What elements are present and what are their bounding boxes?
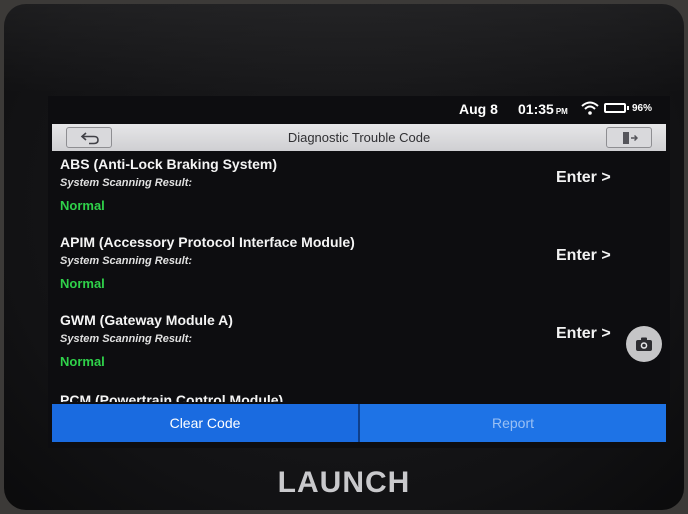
module-name: APIM (Accessory Protocol Interface Modul… [60,234,355,250]
status-date: Aug 8 [459,101,498,117]
enter-button-apim[interactable]: Enter > [556,247,611,265]
report-button[interactable]: Report [360,404,666,442]
scan-label: System Scanning Result: [60,333,193,345]
clear-code-button[interactable]: Clear Code [52,404,358,442]
scan-result: Normal [60,354,105,369]
exit-button[interactable] [606,127,652,148]
scan-result: Normal [60,276,105,291]
list-item: APIM (Accessory Protocol Interface Modul… [48,234,670,312]
status-time: 01:35 PM [518,101,568,117]
title-bar: Diagnostic Trouble Code [52,124,666,151]
screen: Aug 8 01:35 PM 96% Diagnostic Trouble Cod… [48,96,670,448]
exit-door-icon [623,132,638,144]
enter-button-abs[interactable]: Enter > [556,169,611,187]
screenshot-button[interactable] [626,326,662,362]
bezel-reflection [4,4,684,94]
launch-logo: LAUNCH [277,466,411,499]
device-frame: Aug 8 01:35 PM 96% Diagnostic Trouble Cod… [4,4,684,510]
status-time-value: 01:35 [518,101,554,117]
list-item: PCM (Powertrain Control Module) [48,392,670,402]
battery-icon [604,103,629,113]
camera-icon [636,337,652,351]
module-name: ABS (Anti-Lock Braking System) [60,156,278,172]
module-name: GWM (Gateway Module A) [60,312,233,328]
module-list[interactable]: ABS (Anti-Lock Braking System) System Sc… [48,156,670,402]
status-ampm: PM [555,107,568,116]
module-name: PCM (Powertrain Control Module) [60,392,284,402]
scan-result: Normal [60,198,105,213]
bottom-action-bar: Clear Code Report [52,404,666,442]
scan-label: System Scanning Result: [60,255,193,267]
scan-label: System Scanning Result: [60,177,193,189]
list-item: ABS (Anti-Lock Braking System) System Sc… [48,156,670,234]
enter-button-gwm[interactable]: Enter > [556,325,611,343]
battery-percent: 96% [632,103,653,114]
list-item: GWM (Gateway Module A) System Scanning R… [48,312,670,390]
page-title: Diagnostic Trouble Code [287,130,431,145]
status-bar: Aug 8 01:35 PM 96% [48,96,670,120]
wifi-icon [581,101,599,115]
